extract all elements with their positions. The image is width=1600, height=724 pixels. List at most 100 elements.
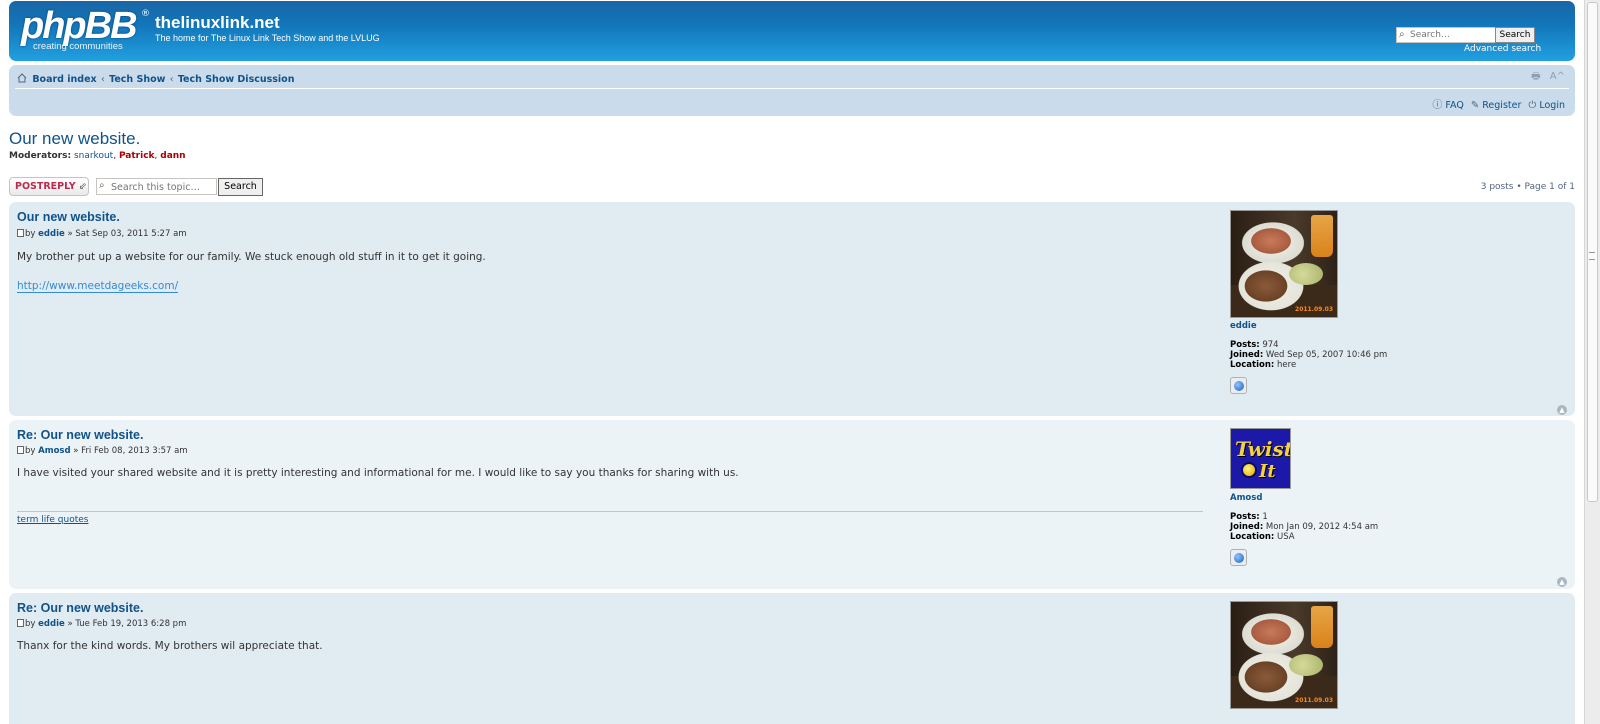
post-meta: by eddie » Tue Feb 19, 2013 6:28 pm bbox=[17, 619, 186, 629]
post-author[interactable]: eddie bbox=[38, 229, 65, 239]
post-date: » Tue Feb 19, 2013 6:28 pm bbox=[67, 619, 187, 629]
advanced-search-link[interactable]: Advanced search bbox=[1464, 44, 1541, 54]
moderators-label: Moderators: bbox=[9, 151, 72, 161]
pagination: 3 posts • Page 1 of 1 bbox=[1480, 182, 1575, 192]
posts-label: Posts: bbox=[1230, 512, 1260, 522]
logo-registered-mark: ® bbox=[141, 9, 150, 19]
profile-fields: Posts: 1 Joined: Mon Jan 09, 2012 4:54 a… bbox=[1230, 512, 1378, 542]
logo-tagline: creating communities bbox=[33, 41, 123, 52]
website-globe-icon[interactable] bbox=[1230, 377, 1247, 394]
breadcrumb-tech-show-discussion[interactable]: Tech Show Discussion bbox=[178, 74, 295, 85]
posts-count: 974 bbox=[1262, 340, 1279, 350]
home-icon bbox=[17, 73, 27, 83]
joined-date: Wed Sep 05, 2007 10:46 pm bbox=[1265, 350, 1388, 360]
joined-label: Joined: bbox=[1230, 350, 1264, 360]
avatar-text: It bbox=[1259, 461, 1276, 482]
back-to-top-icon[interactable]: ▲ bbox=[1557, 405, 1567, 415]
avatar-text: Twist bbox=[1235, 437, 1291, 461]
post-by-label: by bbox=[25, 446, 36, 456]
back-to-top-icon[interactable]: ▲ bbox=[1557, 577, 1567, 587]
register-link[interactable]: Register bbox=[1482, 100, 1521, 111]
faq-icon: ⓘ bbox=[1432, 100, 1443, 111]
avatar-ball bbox=[1241, 462, 1257, 478]
profile-author[interactable]: eddie bbox=[1230, 321, 1257, 331]
avatar-vegetables bbox=[1289, 263, 1323, 285]
signature-link[interactable]: term life quotes bbox=[17, 515, 88, 525]
post-reply-button[interactable]: POSTREPLY ⇙ bbox=[9, 177, 89, 196]
posts-label: Posts: bbox=[1230, 340, 1260, 350]
profile-author[interactable]: Amosd bbox=[1230, 493, 1262, 503]
joined-label: Joined: bbox=[1230, 522, 1264, 532]
page-tools: 🖶 A^ bbox=[1531, 69, 1565, 86]
avatar-date-stamp: 2011.09.03 bbox=[1295, 306, 1333, 313]
moderators-line: Moderators: snarkout, Patrick, dann bbox=[9, 151, 186, 161]
reply-arrow-icon: ⇙ bbox=[78, 181, 87, 192]
post: Re: Our new website. by Amosd » Fri Feb … bbox=[9, 420, 1575, 589]
breadcrumb-separator: ‹ bbox=[169, 74, 174, 85]
site-description: The home for The Linux Link Tech Show an… bbox=[155, 33, 380, 43]
breadcrumb-separator: ‹ bbox=[101, 74, 105, 85]
post-reply-label: POSTREPLY bbox=[15, 181, 76, 192]
post-title[interactable]: Re: Our new website. bbox=[17, 601, 143, 615]
post-by-label: by bbox=[25, 229, 36, 239]
magnifier-icon: ⌕ bbox=[99, 180, 105, 191]
navbar: Board index ‹ Tech Show ‹ Tech Show Disc… bbox=[9, 65, 1575, 116]
topic-search-input[interactable] bbox=[111, 181, 215, 193]
location-label: Location: bbox=[1230, 532, 1275, 542]
post: Our new website. by eddie » Sat Sep 03, … bbox=[9, 202, 1575, 416]
avatar: Twist It bbox=[1230, 428, 1291, 489]
avatar-drink bbox=[1311, 606, 1333, 648]
post-title[interactable]: Re: Our new website. bbox=[17, 428, 143, 442]
profile-fields: Posts: 974 Joined: Wed Sep 05, 2007 10:4… bbox=[1230, 340, 1387, 370]
vertical-scrollbar[interactable] bbox=[1584, 0, 1600, 724]
header-search-button[interactable]: Search bbox=[1495, 27, 1535, 43]
post-content: I have visited your shared website and i… bbox=[17, 467, 739, 479]
post-content: My brother put up a website for our fami… bbox=[17, 251, 486, 263]
signature-divider bbox=[17, 511, 1203, 512]
post-profile: 2011.09.03 eddie Posts: 974 Joined: Wed … bbox=[1230, 210, 1530, 394]
avatar-drink bbox=[1311, 215, 1333, 257]
post-author[interactable]: eddie bbox=[38, 619, 65, 629]
faq-link[interactable]: FAQ bbox=[1445, 100, 1463, 111]
website-globe-icon[interactable] bbox=[1230, 549, 1247, 566]
print-icon[interactable]: 🖶 bbox=[1531, 71, 1540, 82]
post-icon[interactable] bbox=[17, 229, 24, 237]
topic-title[interactable]: Our new website. bbox=[9, 129, 140, 149]
avatar: 2011.09.03 bbox=[1230, 210, 1338, 318]
font-size-icon[interactable]: A^ bbox=[1550, 71, 1565, 82]
post-by-label: by bbox=[25, 619, 36, 629]
location-value: here bbox=[1277, 360, 1297, 370]
post-author[interactable]: Amosd bbox=[38, 446, 70, 456]
post-content: Thanx for the kind words. My brothers wi… bbox=[17, 640, 323, 652]
location-label: Location: bbox=[1230, 360, 1275, 370]
moderator-snarkout[interactable]: snarkout bbox=[74, 151, 113, 161]
post-date: » Fri Feb 08, 2013 3:57 am bbox=[73, 446, 188, 456]
post-profile: Twist It Amosd Posts: 1 Joined: Mon Jan … bbox=[1230, 428, 1530, 566]
topic-search-button[interactable]: Search bbox=[218, 178, 263, 196]
post-profile: 2011.09.03 bbox=[1230, 601, 1530, 709]
site-header: phpBB ® creating communities thelinuxlin… bbox=[9, 1, 1575, 61]
breadcrumb-tech-show[interactable]: Tech Show bbox=[109, 74, 165, 85]
joined-date: Mon Jan 09, 2012 4:54 am bbox=[1265, 522, 1379, 532]
site-logo[interactable]: phpBB ® creating communities bbox=[21, 5, 150, 53]
login-icon: ⏻ bbox=[1528, 100, 1537, 111]
moderator-patrick[interactable]: Patrick bbox=[119, 151, 155, 161]
login-link[interactable]: Login bbox=[1539, 100, 1565, 111]
scrollbar-grip-icon bbox=[1589, 252, 1595, 260]
location-value: USA bbox=[1277, 532, 1295, 542]
register-icon: ✎ bbox=[1470, 100, 1480, 111]
post: Re: Our new website. by eddie » Tue Feb … bbox=[9, 593, 1575, 724]
moderator-dann[interactable]: dann bbox=[160, 151, 185, 161]
post-meta: by eddie » Sat Sep 03, 2011 5:27 am bbox=[17, 229, 187, 239]
post-meta: by Amosd » Fri Feb 08, 2013 3:57 am bbox=[17, 446, 188, 456]
breadcrumb-board-index[interactable]: Board index bbox=[32, 74, 96, 85]
topic-search-box: ⌕ bbox=[96, 178, 217, 195]
post-title[interactable]: Our new website. bbox=[17, 210, 120, 224]
post-icon[interactable] bbox=[17, 619, 24, 627]
post-icon[interactable] bbox=[17, 446, 24, 454]
post-date: » Sat Sep 03, 2011 5:27 am bbox=[67, 229, 187, 239]
breadcrumb: Board index ‹ Tech Show ‹ Tech Show Disc… bbox=[17, 73, 294, 85]
avatar-date-stamp: 2011.09.03 bbox=[1295, 697, 1333, 704]
site-title[interactable]: thelinuxlink.net bbox=[155, 13, 280, 33]
post-link[interactable]: http://www.meetdageeks.com/ bbox=[17, 280, 179, 293]
